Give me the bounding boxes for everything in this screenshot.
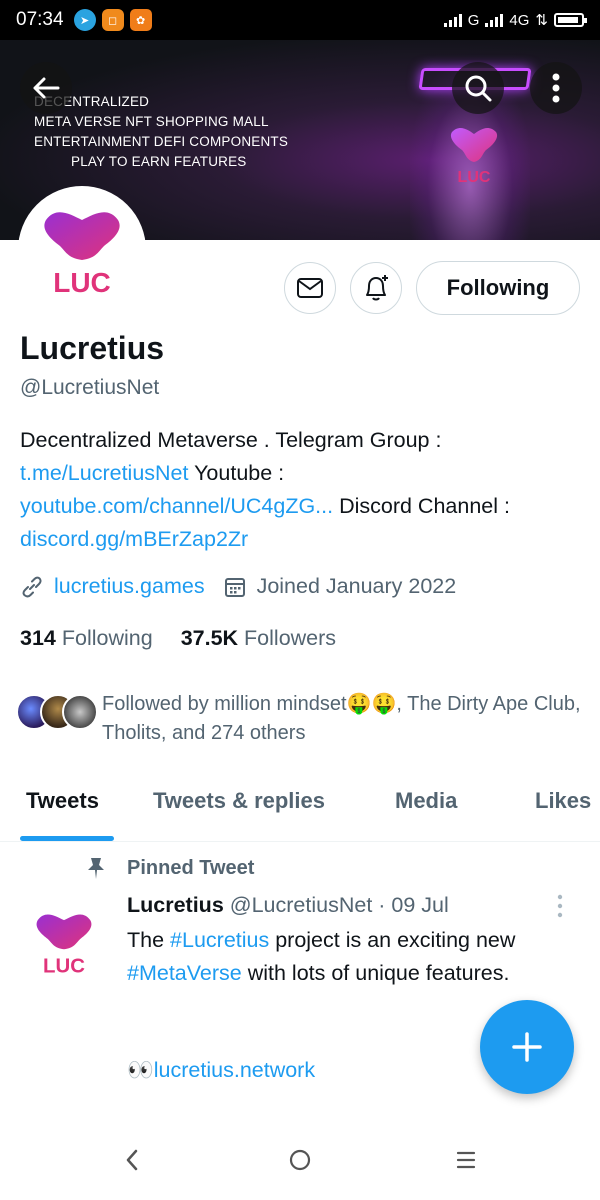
- app-notification-icon: ◻: [101, 9, 124, 31]
- chevron-left-icon: [126, 1149, 138, 1171]
- profile-tabs: Tweets Tweets & replies Media Likes: [0, 774, 600, 842]
- signal-icon-2: [485, 13, 504, 27]
- followed-by-text: Followed by million mindset🤑🤑, The Dirty…: [102, 693, 581, 744]
- tweet-author-name[interactable]: Lucretius: [127, 893, 224, 917]
- tweet-separator: ·: [372, 893, 392, 917]
- tab-tweets-replies[interactable]: Tweets & replies: [153, 788, 325, 814]
- network-type-2: 4G: [509, 11, 530, 29]
- tweet-link-line: 👀lucretius.network: [127, 1058, 315, 1083]
- luc-logo-icon: LUC: [36, 914, 92, 977]
- compose-tweet-button[interactable]: [480, 1000, 574, 1094]
- joined-date: Joined January 2022: [256, 574, 457, 598]
- search-icon: [465, 75, 492, 102]
- telegram-icon: ➤: [73, 9, 96, 31]
- banner-logo-icon: LUC: [450, 128, 498, 186]
- profile-meta: lucretius.games Joined January 2022: [20, 574, 456, 599]
- calendar-icon: [223, 575, 247, 599]
- banner-line-1: DECENTRALIZED: [34, 94, 150, 109]
- banner-logo-text: LUC: [458, 169, 491, 186]
- following-label: Following: [61, 626, 153, 650]
- profile-bio: Decentralized Metaverse . Telegram Group…: [20, 424, 585, 556]
- avatar-logo-text: LUC: [53, 267, 111, 298]
- message-button[interactable]: [284, 262, 336, 314]
- tweet-header: Lucretius @LucretiusNet · 09 Jul: [127, 893, 449, 918]
- pin-icon: [84, 856, 108, 880]
- following-count: 314: [20, 626, 56, 650]
- tweet-avatar-text: LUC: [43, 956, 85, 977]
- tweet-avatar[interactable]: LUC: [26, 904, 102, 980]
- followed-by-avatars: [16, 690, 100, 734]
- banner-line-4: PLAY TO EARN FEATURES: [71, 154, 247, 169]
- nav-recents-button[interactable]: [446, 1144, 486, 1176]
- hashtag-lucretius[interactable]: #Lucretius: [170, 928, 269, 952]
- banner-line-3: ENTERTAINMENT DEFI COMPONENTS: [34, 134, 289, 149]
- banner-line-2: META VERSE NFT SHOPPING MALL: [34, 114, 269, 129]
- link-icon: [20, 575, 44, 599]
- home-circle-icon: [289, 1149, 311, 1171]
- followers-label: Followers: [244, 626, 337, 650]
- following-stat[interactable]: 314 Following: [20, 626, 153, 651]
- mail-icon: [297, 278, 323, 298]
- plus-icon: [512, 1032, 542, 1062]
- pinned-tweet-label: Pinned Tweet: [84, 856, 254, 880]
- nav-home-button[interactable]: [280, 1144, 320, 1176]
- follow-stats: 314 Following 37.5K Followers: [20, 626, 336, 651]
- telegram-link[interactable]: t.me/LucretiusNet: [20, 461, 188, 485]
- vertical-dots-icon: [552, 73, 560, 103]
- tab-likes[interactable]: Likes: [535, 788, 591, 814]
- status-right: G 4G ⇅: [443, 11, 587, 29]
- followers-count: 37.5K: [180, 626, 239, 650]
- profile-avatar[interactable]: LUC: [18, 186, 146, 314]
- system-nav-bar: [0, 1120, 600, 1200]
- tweet-text-3: with lots of unique features.: [241, 961, 510, 985]
- data-arrows-icon: ⇅: [535, 12, 548, 29]
- bio-text-2: Youtube :: [188, 461, 285, 485]
- tweet-date[interactable]: 09 Jul: [391, 893, 448, 917]
- more-options-button[interactable]: [530, 62, 582, 114]
- bell-plus-icon: [366, 275, 388, 301]
- notification-icons: ➤ ◻ ✿: [73, 9, 152, 31]
- followers-stat[interactable]: 37.5K Followers: [181, 626, 336, 651]
- menu-lines-icon: [456, 1151, 476, 1169]
- status-bar: 07:34 ➤ ◻ ✿ G 4G ⇅: [0, 0, 600, 40]
- followed-by[interactable]: Followed by million mindset🤑🤑, The Dirty…: [16, 690, 592, 748]
- following-button[interactable]: Following: [416, 261, 580, 315]
- arrow-left-icon: [33, 77, 60, 99]
- pinned-text: Pinned Tweet: [127, 856, 255, 879]
- hashtag-metaverse[interactable]: #MetaVerse: [127, 961, 242, 985]
- tweet-author-handle: @LucretiusNet: [229, 893, 373, 917]
- tab-tweets[interactable]: Tweets: [26, 788, 99, 814]
- banner-text: DECENTRALIZED META VERSE NFT SHOPPING MA…: [34, 92, 288, 172]
- search-button[interactable]: [452, 62, 504, 114]
- eyes-emoji: 👀: [127, 1058, 154, 1082]
- tweet-text-1: The: [127, 928, 171, 952]
- discord-link[interactable]: discord.gg/mBErZap2Zr: [20, 527, 248, 551]
- battery-icon: [554, 13, 587, 27]
- tweet-more-button[interactable]: [556, 894, 576, 918]
- signal-icon: [443, 13, 462, 27]
- follower-avatar-3: [62, 694, 98, 730]
- back-button[interactable]: [20, 62, 72, 114]
- website-link[interactable]: lucretius.games: [54, 574, 205, 599]
- bio-text-3: Discord Channel :: [333, 494, 510, 518]
- status-time: 07:34: [16, 9, 64, 30]
- tweet-text: The #Lucretius project is an exciting ne…: [127, 924, 547, 990]
- youtube-link[interactable]: youtube.com/channel/UC4gZG...: [20, 494, 333, 518]
- uc-browser-icon: ✿: [129, 9, 152, 31]
- tab-media[interactable]: Media: [395, 788, 457, 814]
- bio-text-1: Decentralized Metaverse . Telegram Group…: [20, 428, 442, 452]
- network-type: G: [467, 11, 480, 29]
- luc-logo-icon: LUC: [44, 212, 120, 298]
- profile-handle: @LucretiusNet: [20, 376, 160, 399]
- profile-name: Lucretius: [20, 330, 165, 366]
- notifications-button[interactable]: [350, 262, 402, 314]
- tweet-url-link[interactable]: lucretius.network: [154, 1058, 315, 1082]
- nav-back-button[interactable]: [112, 1144, 152, 1176]
- active-tab-indicator: [20, 836, 114, 841]
- vertical-dots-icon: [557, 894, 563, 918]
- tweet-text-2: project is an exciting new: [269, 928, 516, 952]
